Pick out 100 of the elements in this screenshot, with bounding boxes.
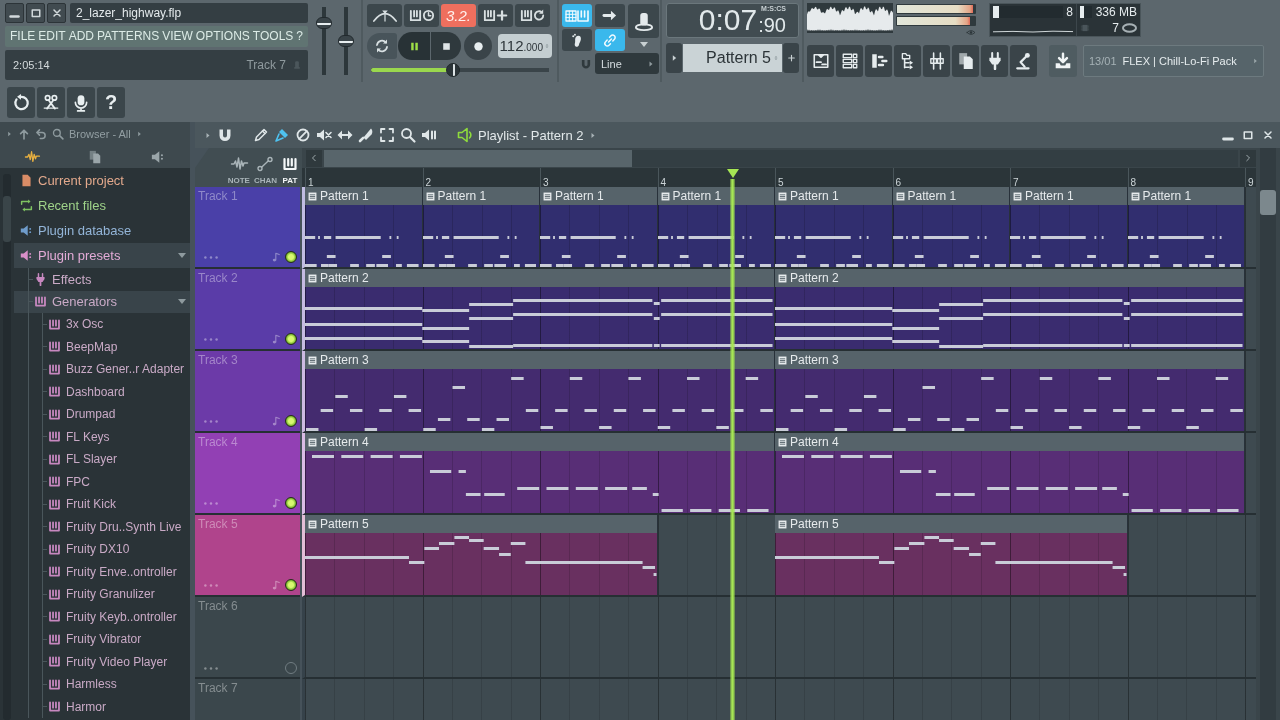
track-header[interactable]: Track 6 bbox=[195, 597, 300, 679]
pattern-clip[interactable]: Pattern 5 bbox=[305, 515, 658, 595]
track-switch[interactable] bbox=[285, 579, 297, 591]
speaker-icon[interactable] bbox=[151, 150, 166, 164]
browser-item[interactable]: Generators bbox=[14, 290, 190, 313]
menu-item[interactable]: PATTERNS bbox=[97, 29, 160, 44]
menu-item[interactable]: FILE bbox=[10, 29, 36, 44]
slider-thumb[interactable] bbox=[445, 63, 460, 77]
speaker-bars-icon[interactable] bbox=[421, 127, 437, 143]
track-switch[interactable] bbox=[285, 415, 297, 427]
menu-item[interactable]: ADD bbox=[68, 29, 94, 44]
waveform-icon[interactable] bbox=[24, 150, 39, 164]
magnet-icon[interactable] bbox=[217, 127, 233, 143]
pattern-selector[interactable]: Pattern 5 bbox=[683, 44, 782, 72]
countdown-button[interactable]: 3.2. bbox=[441, 4, 476, 27]
record-button[interactable] bbox=[464, 32, 492, 60]
browser-item[interactable]: Recent files bbox=[14, 193, 190, 218]
browser-item[interactable]: Fruit Kick bbox=[14, 493, 190, 516]
pattern-clip[interactable]: Pattern 1 bbox=[1010, 187, 1128, 267]
stop-button[interactable] bbox=[431, 32, 461, 60]
undo-icon[interactable] bbox=[35, 128, 47, 140]
piano-roll-button[interactable] bbox=[865, 44, 892, 77]
track-header[interactable]: Track 7 bbox=[195, 679, 300, 720]
browser-item[interactable]: Harmless bbox=[14, 673, 190, 696]
news-panel[interactable]: 13/01 FLEX | Chill-Lo-Fi Pack bbox=[1083, 44, 1264, 77]
browser-item[interactable]: Plugin database bbox=[14, 218, 190, 243]
mixer-button[interactable] bbox=[923, 44, 950, 77]
loop-record-button[interactable] bbox=[515, 4, 550, 27]
menu-item[interactable]: TOOLS bbox=[252, 29, 294, 44]
scrollbar[interactable] bbox=[3, 174, 11, 720]
pattern-clip[interactable]: Pattern 1 bbox=[422, 187, 540, 267]
plugin-button[interactable] bbox=[981, 44, 1008, 77]
browser-item[interactable]: Fruity DX10 bbox=[14, 538, 190, 561]
metronome-button[interactable] bbox=[367, 4, 402, 27]
scrollbar[interactable] bbox=[1260, 148, 1276, 720]
pattern-clip[interactable]: Pattern 2 bbox=[305, 269, 775, 349]
browser-item[interactable]: 3x Osc bbox=[14, 313, 190, 336]
up-arrow-icon[interactable] bbox=[18, 128, 30, 140]
slider-thumb[interactable] bbox=[315, 17, 332, 30]
reset-button[interactable] bbox=[7, 87, 35, 118]
pattern-clip[interactable]: Pattern 4 bbox=[305, 433, 775, 513]
track-lane[interactable]: Pattern 1 Pattern 1 Pattern 1 Pattern 1 Pattern 1 Pattern 1 Pattern 1 Pattern 1 bbox=[302, 187, 1256, 269]
maximize-icon[interactable] bbox=[1242, 129, 1254, 141]
lamp-button[interactable] bbox=[1010, 44, 1037, 77]
caret-icon[interactable] bbox=[135, 130, 143, 138]
speaker-icon[interactable] bbox=[457, 127, 473, 143]
browser-item[interactable]: Fruity Video Player bbox=[14, 650, 190, 673]
playlist-button[interactable] bbox=[807, 44, 834, 77]
speaker-cross-icon[interactable] bbox=[316, 127, 332, 143]
menu-item[interactable]: EDIT bbox=[38, 29, 66, 44]
browser-item[interactable]: Plugin presets bbox=[14, 243, 190, 268]
caret-icon[interactable] bbox=[6, 130, 13, 138]
track-switch[interactable] bbox=[285, 251, 297, 263]
minimize-button[interactable] bbox=[5, 3, 24, 23]
pages-icon[interactable] bbox=[88, 150, 102, 164]
footprint-button[interactable] bbox=[562, 29, 592, 51]
no-entry-icon[interactable] bbox=[295, 127, 311, 143]
add-pattern-button[interactable] bbox=[783, 43, 799, 73]
pencil-icon[interactable] bbox=[253, 127, 269, 143]
knife-icon[interactable] bbox=[358, 127, 374, 143]
zoom-icon[interactable] bbox=[400, 127, 416, 143]
brush-icon[interactable] bbox=[274, 127, 290, 143]
step-edit-button[interactable] bbox=[478, 4, 513, 27]
selection-icon[interactable] bbox=[379, 127, 395, 143]
channel-rack-button[interactable] bbox=[836, 44, 863, 77]
browser-item[interactable]: BeepMap bbox=[14, 335, 190, 358]
browser-item[interactable]: Fruity Vibrator bbox=[14, 628, 190, 651]
browser-item[interactable]: FPC bbox=[14, 470, 190, 493]
track-lane[interactable]: Pattern 3 Pattern 3 bbox=[302, 351, 1256, 433]
pattern-clip[interactable]: Pattern 1 bbox=[892, 187, 1010, 267]
browser-item[interactable]: Fruity Granulizer bbox=[14, 583, 190, 606]
pattern-clip[interactable]: Pattern 1 bbox=[540, 187, 658, 267]
mode-tab[interactable]: NOTE bbox=[227, 156, 250, 185]
pattern-clip[interactable]: Pattern 1 bbox=[1127, 187, 1245, 267]
slider-thumb[interactable] bbox=[337, 35, 354, 47]
caret-icon[interactable] bbox=[639, 42, 648, 47]
menu-item[interactable]: VIEW bbox=[162, 29, 193, 44]
pattern-clip[interactable]: Pattern 4 bbox=[775, 433, 1245, 513]
tempo-field[interactable]: 112.000 bbox=[498, 34, 552, 58]
mode-tab[interactable]: PAT bbox=[281, 156, 299, 185]
track-lane[interactable]: Pattern 4 Pattern 4 bbox=[302, 433, 1256, 515]
track-lane[interactable]: Pattern 5 Pattern 5 bbox=[302, 515, 1256, 597]
pattern-clip[interactable]: Pattern 1 bbox=[657, 187, 775, 267]
wait-button[interactable] bbox=[404, 4, 439, 27]
track-lane[interactable] bbox=[302, 597, 1256, 679]
menu-item[interactable]: ? bbox=[296, 29, 303, 44]
pattern-clip[interactable]: Pattern 2 bbox=[775, 269, 1245, 349]
track-switch[interactable] bbox=[285, 497, 297, 509]
track-lane[interactable]: Pattern 2 Pattern 2 bbox=[302, 269, 1256, 351]
browser-item[interactable]: FL Slayer bbox=[14, 448, 190, 471]
pattern-clip[interactable]: Pattern 1 bbox=[775, 187, 893, 267]
pages-button[interactable] bbox=[952, 44, 979, 77]
pattern-clip[interactable]: Pattern 1 bbox=[305, 187, 423, 267]
maximize-button[interactable] bbox=[26, 3, 45, 23]
close-button[interactable] bbox=[47, 3, 66, 23]
pattern-clip[interactable]: Pattern 5 bbox=[775, 515, 1128, 595]
help-button[interactable]: ? bbox=[97, 87, 125, 118]
browser-item[interactable]: Effects bbox=[14, 268, 190, 291]
browser-item[interactable]: Buzz Gener..r Adapter bbox=[14, 358, 190, 381]
browser-item[interactable]: Current project bbox=[14, 168, 190, 193]
